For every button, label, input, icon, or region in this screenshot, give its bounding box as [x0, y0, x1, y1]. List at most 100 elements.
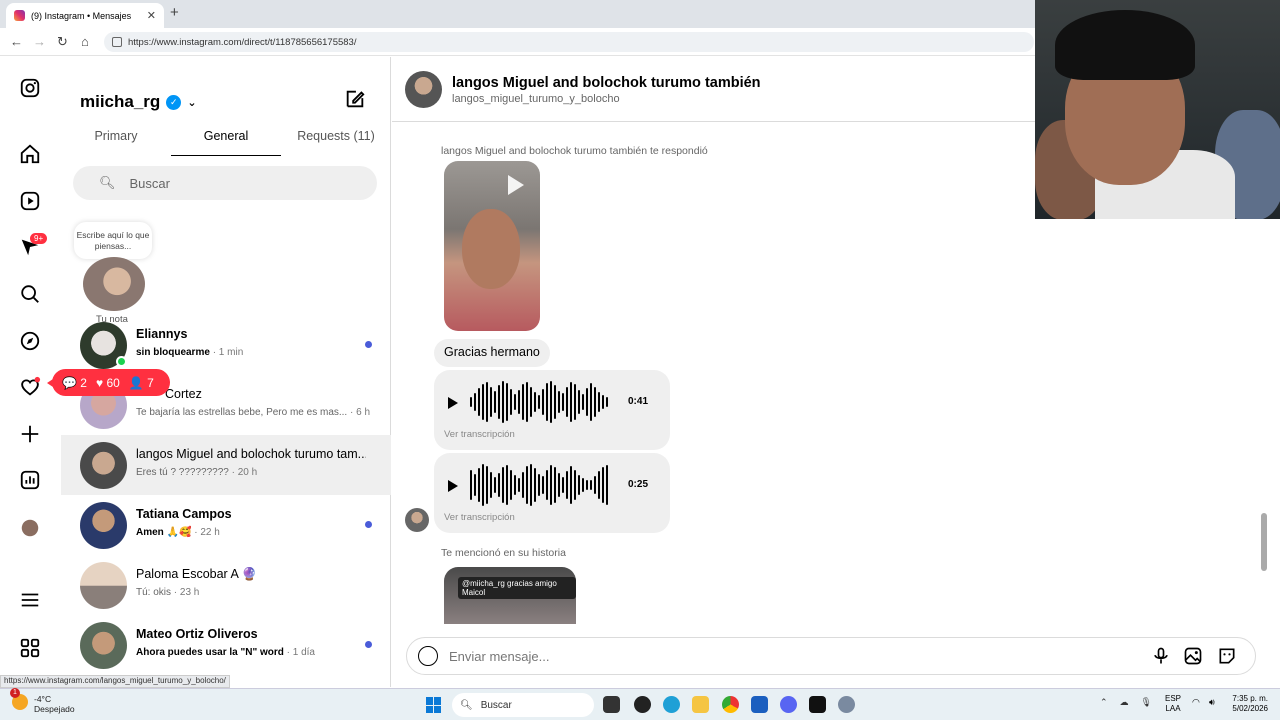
tab-requests[interactable]: Requests (11) [281, 129, 391, 156]
site-info-icon[interactable] [112, 37, 122, 47]
waveform-bar [578, 390, 580, 414]
chevron-up-icon[interactable]: ⌃ [1100, 697, 1108, 708]
verified-badge-icon: ✓ [166, 94, 182, 110]
play-icon[interactable] [448, 480, 458, 492]
thread-title[interactable]: langos Miguel and bolochok turumo tambié… [452, 75, 761, 91]
language-indicator[interactable]: ESP LAA [1165, 694, 1181, 714]
thread-avatar[interactable] [405, 71, 442, 108]
microphone-icon[interactable] [1151, 646, 1171, 666]
message-bubble: Gracias hermano [434, 339, 550, 367]
voice-message[interactable]: 0:25 Ver transcripción [434, 453, 670, 533]
wifi-icon[interactable]: ◠ [1192, 697, 1200, 708]
conversation-name: Eliannys [136, 327, 188, 341]
play-icon[interactable] [508, 175, 524, 195]
waveform-bar [566, 471, 568, 499]
clock[interactable]: 7:35 p. m. 5/02/2026 [1228, 694, 1268, 714]
settings-icon[interactable] [838, 696, 855, 713]
story-caption: @miicha_rg gracias amigo Maicol [458, 577, 576, 599]
obs-icon[interactable] [634, 696, 651, 713]
waveform-bar [574, 470, 576, 500]
chrome-icon[interactable] [722, 696, 739, 713]
emoji-icon[interactable] [418, 646, 438, 666]
waveform-bar [482, 384, 484, 420]
tab-primary[interactable]: Primary [61, 129, 171, 156]
conversation-row[interactable]: Eliannys sin bloquearme · 1 min [61, 315, 391, 375]
taskbar-search[interactable]: 🔍︎ Buscar [452, 693, 594, 717]
close-tab-icon[interactable]: ✕ [147, 9, 156, 22]
home-icon[interactable]: ⌂ [81, 34, 89, 49]
account-switcher[interactable]: miicha_rg ✓ ⌄ [80, 92, 197, 112]
address-bar[interactable]: https://www.instagram.com/direct/t/11878… [104, 32, 1034, 52]
epic-games-icon[interactable] [809, 696, 826, 713]
conversation-row-active[interactable]: langos Miguel and bolochok turumo tam...… [61, 435, 391, 495]
file-explorer-icon[interactable] [692, 696, 709, 713]
waveform-bar [514, 394, 516, 410]
thread-scrollbar[interactable] [1261, 513, 1267, 571]
home-icon[interactable] [19, 143, 41, 165]
edge-icon[interactable] [663, 696, 680, 713]
message-composer[interactable]: Enviar mensaje... [406, 637, 1256, 675]
tab-general[interactable]: General [171, 129, 281, 156]
waveform-bar [606, 397, 608, 407]
waveform-bar [522, 472, 524, 498]
weather-widget[interactable]: 1 -4°C Despejado [10, 688, 75, 714]
gallery-icon[interactable] [1183, 646, 1203, 666]
my-note-avatar[interactable] [83, 257, 145, 311]
volume-icon[interactable]: 🔊︎ [1209, 697, 1215, 708]
waveform-bar [586, 480, 588, 490]
browser-tab[interactable]: (9) Instagram • Mensajes ✕ [6, 3, 164, 28]
play-icon[interactable] [448, 397, 458, 409]
notifications-heart-icon[interactable] [19, 376, 41, 398]
search-icon[interactable] [19, 283, 41, 305]
profile-avatar[interactable] [19, 517, 41, 539]
waveform-bar [534, 392, 536, 412]
transcript-link[interactable]: Ver transcripción [444, 429, 515, 440]
reload-icon[interactable]: ↻ [57, 34, 68, 50]
note-prompt-bubble[interactable]: Escribe aquí lo que piensas... [74, 222, 152, 259]
create-icon[interactable] [19, 423, 41, 445]
waveform-bar [598, 471, 600, 499]
waveform-bar [562, 393, 564, 411]
explore-icon[interactable] [19, 330, 41, 352]
reels-icon[interactable] [19, 190, 41, 212]
waveform-bar [486, 466, 488, 504]
sender-avatar [405, 508, 429, 532]
waveform-bar [498, 385, 500, 419]
conversation-row[interactable]: Paloma Escobar A 🔮 Tú: okis · 23 h [61, 555, 391, 615]
apps-grid-icon[interactable] [19, 637, 41, 659]
discord-icon[interactable] [780, 696, 797, 713]
waveform-bar [530, 464, 532, 506]
more-menu-icon[interactable] [19, 589, 41, 611]
waveform-bar [534, 468, 536, 502]
search-input[interactable]: 🔍︎ Buscar [73, 166, 377, 200]
transcript-link[interactable]: Ver transcripción [444, 512, 515, 523]
new-message-icon[interactable] [344, 88, 366, 110]
conversation-row[interactable]: Tatiana Campos Amen 🙏🥰 · 22 h [61, 495, 391, 555]
start-button-icon[interactable] [426, 697, 442, 713]
back-icon[interactable]: ← [10, 34, 23, 49]
store-icon[interactable] [751, 696, 768, 713]
message-input[interactable]: Enviar mensaje... [449, 649, 549, 664]
waveform-bar [522, 384, 524, 420]
dashboard-icon[interactable] [19, 469, 41, 491]
avatar [80, 562, 127, 609]
conversation-name: Mateo Ortiz Oliveros [136, 627, 258, 641]
task-view-icon[interactable] [603, 696, 620, 713]
waveform-bar [590, 480, 592, 490]
instagram-logo-icon[interactable] [19, 77, 41, 99]
waveform-bar [562, 477, 564, 493]
cloud-icon[interactable]: ☁ [1120, 697, 1129, 708]
mic-tray-icon[interactable]: 🎙︎ [1141, 697, 1152, 708]
new-tab-button[interactable]: + [170, 4, 179, 21]
sticker-icon[interactable] [1217, 646, 1237, 666]
voice-message[interactable]: 0:41 Ver transcripción [434, 370, 670, 450]
conversation-row[interactable]: Mateo Ortiz Oliveros Ahora puedes usar l… [61, 615, 391, 675]
forward-icon[interactable]: → [33, 34, 46, 49]
video-reply-thumbnail[interactable] [444, 161, 540, 331]
waveform-bar [498, 473, 500, 497]
taskbar-search-label: Buscar [480, 699, 512, 711]
story-mention-thumbnail[interactable]: @miicha_rg gracias amigo Maicol [444, 567, 576, 624]
webcam-cap [1055, 10, 1195, 80]
waveform-bar [598, 392, 600, 412]
activity-notification-pill[interactable]: 💬 2 ♥ 60 👤 7 [47, 369, 170, 396]
